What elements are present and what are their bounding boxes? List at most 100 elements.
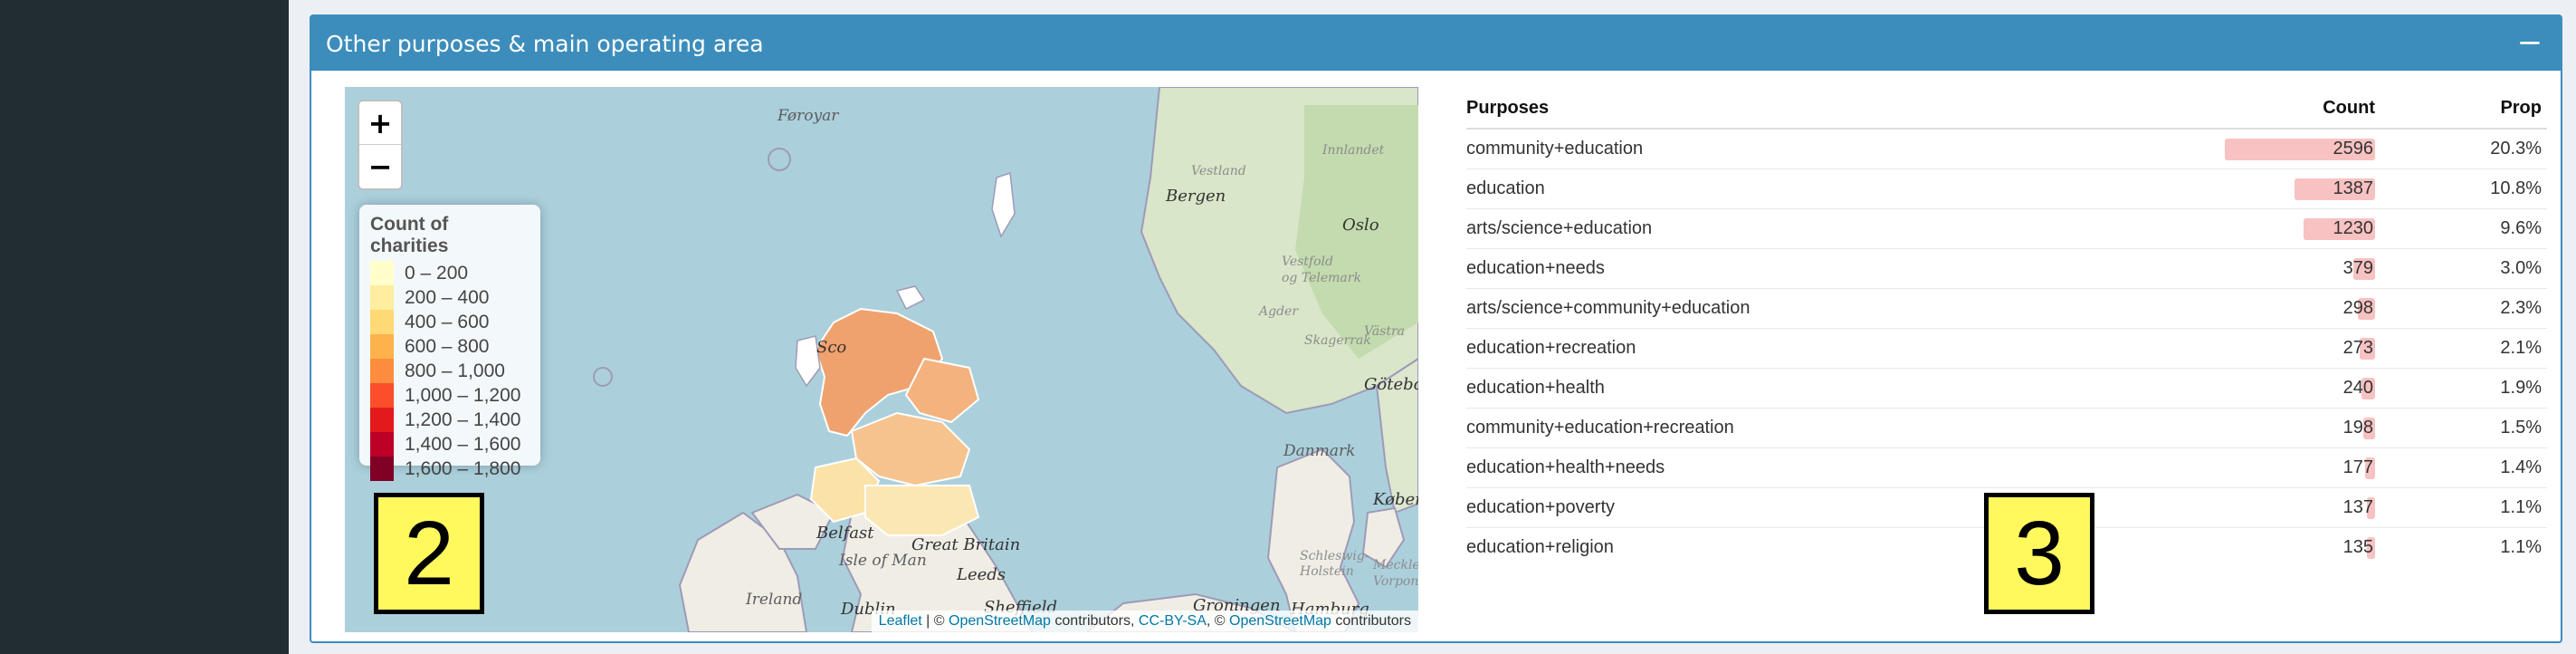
purpose-cell: education	[1466, 168, 2113, 208]
shetland	[991, 171, 1016, 238]
legend-swatch	[370, 383, 394, 408]
place-bergen: Bergen	[1166, 187, 1226, 206]
legend-swatch	[370, 457, 394, 481]
count-cell: 240	[2113, 367, 2375, 408]
legend-title: Count of charities	[370, 214, 449, 256]
legend-label: 400 – 600	[405, 311, 490, 332]
prop-cell: 1.4%	[2375, 447, 2547, 487]
orkney	[895, 285, 926, 311]
table-header-row: Purposes Count Prop	[1466, 89, 2547, 130]
count-cell: 298	[2113, 287, 2375, 328]
purpose-cell: community+education+recreation	[1466, 407, 2113, 447]
place-faroe: Føroyar	[778, 107, 839, 125]
place-kobenhavn: Køben	[1373, 490, 1418, 509]
count-value: 1387	[2333, 178, 2374, 198]
place-belfast: Belfast	[816, 524, 874, 543]
annotation-marker-3: 3	[1984, 493, 2094, 614]
count-cell: 273	[2113, 327, 2375, 368]
count-value: 1230	[2333, 217, 2374, 238]
header-prop[interactable]: Prop	[2375, 89, 2547, 130]
legend-swatch	[370, 359, 394, 383]
place-goteborg: Götebor	[1364, 375, 1418, 394]
prop-cell: 1.5%	[2375, 407, 2547, 447]
count-value: 198	[2342, 417, 2373, 438]
legend-item: 600 – 800	[370, 334, 530, 359]
count-cell: 1230	[2113, 207, 2375, 248]
legend-swatch	[370, 334, 394, 359]
place-innlandet: Innlandet	[1322, 143, 1385, 158]
header-count[interactable]: Count	[2113, 89, 2375, 130]
table-row[interactable]: education+health+needs 177 1.4%	[1466, 447, 2547, 487]
legend-item: 1,400 – 1,600	[370, 432, 530, 457]
map-attribution: Leaflet | © OpenStreetMap contributors , …	[871, 611, 1418, 632]
leaflet-link[interactable]: Leaflet	[879, 613, 922, 629]
table-row[interactable]: education 1387 10.8%	[1466, 168, 2547, 208]
legend-item: 0 – 200	[370, 261, 530, 285]
prop-cell: 10.8%	[2375, 168, 2547, 208]
prop-cell: 1.1%	[2375, 486, 2547, 527]
legend-item: 200 – 400	[370, 285, 530, 310]
table-row[interactable]: community+education+recreation 198 1.5%	[1466, 407, 2547, 447]
legend-label: 1,000 – 1,200	[405, 384, 521, 406]
zoom-out-button[interactable]: −	[359, 145, 401, 188]
table-row[interactable]: community+education 2596 20.3%	[1466, 128, 2547, 168]
purpose-cell: education+recreation	[1466, 327, 2113, 368]
header-purposes[interactable]: Purposes	[1466, 89, 2113, 130]
table-row[interactable]: education+health 240 1.9%	[1466, 367, 2547, 408]
osm-link-2[interactable]: OpenStreetMap	[1229, 613, 1331, 629]
legend-swatch	[370, 408, 394, 432]
table-row[interactable]: arts/science+community+education 298 2.3%	[1466, 287, 2547, 328]
collapse-button[interactable]: −	[2514, 24, 2546, 61]
attribution-sep-2: , ©	[1206, 613, 1229, 629]
legend-item: 1,000 – 1,200	[370, 383, 530, 408]
place-ireland: Ireland	[746, 591, 803, 609]
legend-item: 400 – 600	[370, 310, 530, 334]
faroe-outline	[768, 148, 791, 171]
prop-cell: 20.3%	[2375, 128, 2547, 168]
table-row[interactable]: education+needs 379 3.0%	[1466, 247, 2547, 288]
box-title: Other purposes & main operating area	[326, 30, 764, 57]
map-legend: Count of charities 0 – 200 200 – 400 400 –…	[359, 205, 540, 481]
count-value: 177	[2342, 457, 2373, 477]
purpose-cell: arts/science+education	[1466, 207, 2113, 248]
place-vastra: Västra	[1364, 324, 1406, 339]
table-row[interactable]: education+recreation 273 2.1%	[1466, 327, 2547, 368]
place-holstein: Holstein	[1300, 564, 1354, 579]
purpose-cell: education+needs	[1466, 247, 2113, 288]
place-vestland: Vestland	[1191, 164, 1246, 178]
count-value: 240	[2342, 377, 2373, 398]
license-link[interactable]: CC-BY-SA	[1139, 613, 1207, 629]
legend-label: 1,200 – 1,400	[405, 409, 521, 430]
place-skagerrak: Skagerrak	[1304, 333, 1371, 348]
attribution-contrib-1: contributors,	[1050, 613, 1139, 629]
legend-label: 800 – 1,000	[405, 360, 505, 381]
zoom-in-button[interactable]: +	[359, 101, 401, 145]
box-header: Other purposes & main operating area −	[311, 16, 2561, 71]
purpose-cell: education+health	[1466, 367, 2113, 408]
legend-item: 1,600 – 1,800	[370, 457, 530, 481]
attribution-contrib-2: contributors	[1331, 613, 1411, 629]
legend-item: 800 – 1,000	[370, 359, 530, 383]
legend-label: 1,600 – 1,800	[405, 457, 521, 479]
zoom-control: + −	[358, 100, 403, 190]
purpose-cell: arts/science+community+education	[1466, 287, 2113, 328]
table-row[interactable]: arts/science+education 1230 9.6%	[1466, 207, 2547, 248]
legend-label: 1,400 – 1,600	[405, 433, 521, 455]
legend-items: 0 – 200 200 – 400 400 – 600 600 – 800 800 – …	[370, 261, 530, 481]
prop-cell: 1.1%	[2375, 526, 2547, 567]
legend-label: 200 – 400	[405, 286, 490, 308]
place-og-telemark: og Telemark	[1282, 271, 1361, 285]
purposes-box: Other purposes & main operating area − F…	[310, 14, 2562, 643]
map[interactable]: Føroyar Bergen Vestland Innlandet Oslo V…	[345, 87, 1418, 632]
place-vorpom: Vorpon	[1373, 574, 1418, 589]
place-danmark: Danmark	[1283, 442, 1356, 460]
count-cell: 379	[2113, 247, 2375, 288]
purpose-cell: education+health+needs	[1466, 447, 2113, 487]
place-scotland-partial: Sco	[816, 338, 847, 357]
count-cell: 135	[2113, 526, 2375, 567]
count-value: 135	[2342, 536, 2373, 557]
count-cell: 137	[2113, 486, 2375, 527]
osm-link-1[interactable]: OpenStreetMap	[949, 613, 1051, 629]
count-cell: 177	[2113, 447, 2375, 487]
count-value: 2596	[2333, 138, 2374, 159]
